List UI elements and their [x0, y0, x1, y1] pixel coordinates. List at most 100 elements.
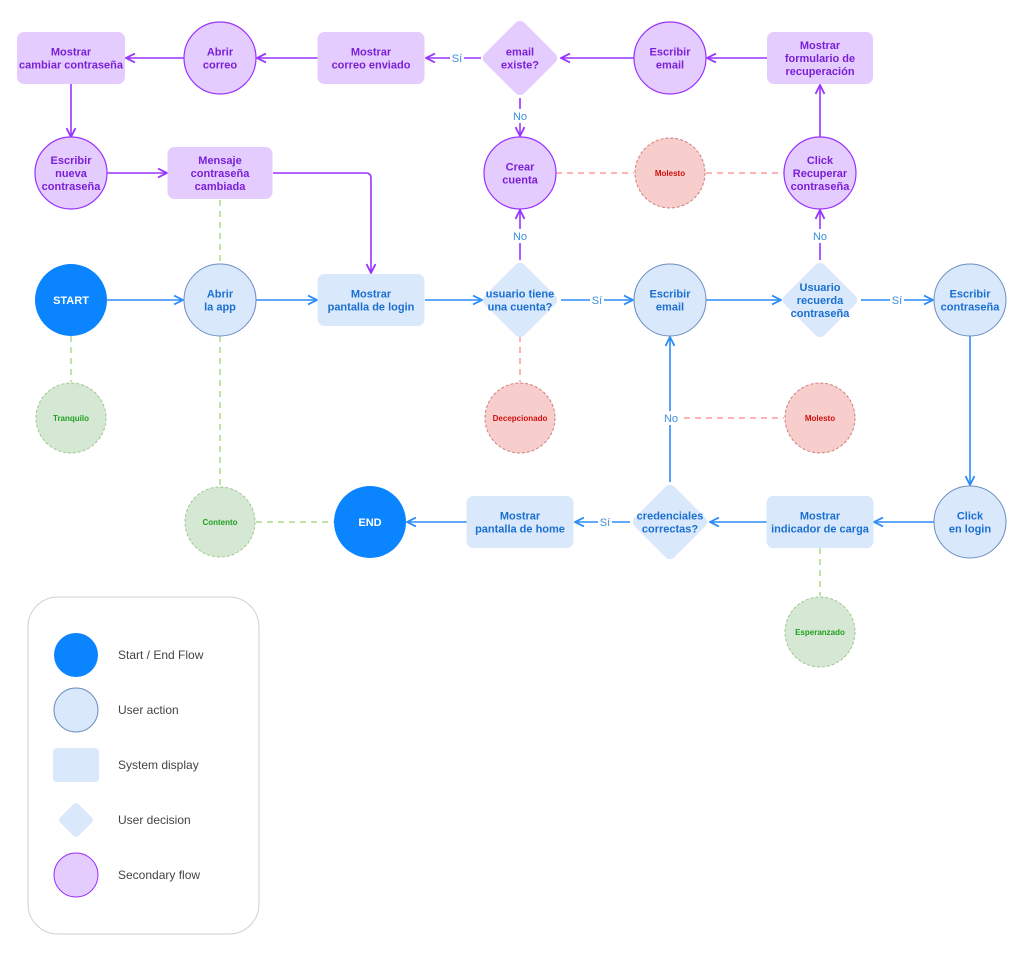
edge-label-no: No — [513, 111, 527, 123]
edge-label-si: Sí — [892, 295, 902, 307]
node-label: Mensaje — [198, 155, 241, 167]
emotion-label: Molesto — [805, 414, 835, 423]
node-mensaje-cambiada: Mensajecontraseñacambiada — [167, 147, 273, 199]
node-label: Abrir — [207, 47, 234, 59]
node-tiene-cuenta: usuario tieneuna cuenta? — [482, 262, 558, 338]
node-label: Escribir — [950, 289, 992, 301]
edge-label-si: Sí — [600, 517, 610, 529]
node-label: indicador de carga — [771, 524, 870, 536]
node-label: Escribir — [51, 155, 93, 167]
node-label: nueva — [55, 168, 88, 180]
node-label: email — [506, 47, 534, 59]
node-label: Escribir — [650, 289, 692, 301]
nodes: STARTENDAbrirla appMostrarpantalla de lo… — [17, 20, 1007, 668]
legend-label: Secondary flow — [118, 868, 200, 882]
legend-label: System display — [118, 758, 199, 772]
emotion-molesto-2: Molesto — [784, 382, 856, 454]
node-label: cambiar contraseña — [19, 60, 124, 72]
node-escribir-email: Escribiremail — [633, 263, 707, 337]
node-label: START — [53, 295, 89, 307]
node-label: Mostrar — [800, 511, 841, 523]
node-label: usuario tiene — [486, 289, 554, 301]
node-escribir-pass: Escribircontraseña — [933, 263, 1007, 337]
edge-label-si: Sí — [452, 53, 462, 65]
legend-label: User decision — [118, 813, 191, 827]
node-label: formulario de — [785, 53, 855, 65]
node-label: email — [656, 60, 684, 72]
node-label: Click — [957, 511, 984, 523]
node-label: la app — [204, 302, 236, 314]
node-label: Recuperar — [793, 168, 848, 180]
node-label: END — [358, 517, 381, 529]
node-label: Mostrar — [51, 47, 92, 59]
node-label: Abrir — [207, 289, 234, 301]
node-label: pantalla de home — [475, 524, 565, 536]
node-label: correo — [203, 60, 238, 72]
legend-start-end-icon — [54, 633, 98, 677]
node-abrir-correo: Abrircorreo — [183, 21, 257, 95]
node-label: recuerda — [797, 295, 844, 307]
node-label: contraseña — [791, 181, 851, 193]
node-label: una cuenta? — [488, 302, 553, 314]
node-pantalla-login: Mostrarpantalla de login — [317, 274, 425, 326]
emotion-label: Contento — [202, 518, 237, 527]
node-email-existe: emailexiste? — [482, 20, 558, 96]
emotion-decepcionado: Decepcionado — [484, 382, 556, 454]
node-end: END — [334, 486, 406, 558]
node-label: credenciales — [637, 511, 704, 523]
node-click-login: Clicken login — [933, 485, 1007, 559]
node-credenciales: credencialescorrectas? — [632, 484, 708, 560]
node-label: correctas? — [642, 524, 699, 536]
legend-label: User action — [118, 703, 179, 717]
node-pantalla-home: Mostrarpantalla de home — [466, 496, 574, 548]
node-label: contraseña — [791, 308, 851, 320]
node-click-recuperar: ClickRecuperarcontraseña — [783, 136, 857, 210]
node-indicador-carga: Mostrarindicador de carga — [766, 496, 874, 548]
node-label: cuenta — [502, 175, 538, 187]
node-label: contraseña — [42, 181, 102, 193]
legend: Start / End Flow User action System disp… — [27, 596, 260, 935]
node-label: Mostrar — [351, 289, 392, 301]
node-form-recuperacion: Mostrarformulario derecuperación — [767, 32, 873, 84]
node-label: Usuario — [800, 282, 841, 294]
node-label: existe? — [501, 60, 539, 72]
node-abrir-app: Abrirla app — [183, 263, 257, 337]
emotion-molesto-1: Molesto — [634, 137, 706, 209]
node-label: cambiada — [195, 181, 247, 193]
edge-mensaje-login — [273, 172, 371, 273]
emotion-label: Esperanzado — [795, 628, 845, 637]
emotion-label: Decepcionado — [493, 414, 548, 423]
edge-label-no: No — [664, 413, 678, 425]
node-label: Mostrar — [351, 47, 392, 59]
node-recuerda-pass: Usuariorecuerdacontraseña — [782, 262, 858, 338]
emotion-links — [70, 172, 821, 596]
edge-label-si: Sí — [592, 295, 602, 307]
node-label: Crear — [506, 162, 535, 174]
node-label: Mostrar — [800, 40, 841, 52]
node-label: email — [656, 302, 684, 314]
node-label: Mostrar — [500, 511, 541, 523]
node-label: recuperación — [785, 66, 854, 78]
node-correo-enviado: Mostrarcorreo enviado — [317, 32, 425, 84]
node-label: en login — [949, 524, 991, 536]
user-flow-diagram: Sí No No No Sí Sí No Sí STARTENDAbrirla … — [17, 20, 1007, 935]
emotion-label: Molesto — [655, 169, 685, 178]
node-label: Click — [807, 155, 834, 167]
legend-label: Start / End Flow — [118, 648, 204, 662]
node-nueva-pass: Escribirnuevacontraseña — [34, 136, 108, 210]
legend-system-display-icon — [53, 748, 99, 782]
edge-label-no: No — [813, 231, 827, 243]
node-start: START — [35, 264, 107, 336]
node-label: contraseña — [941, 302, 1001, 314]
node-label: Escribir — [650, 47, 692, 59]
legend-user-action-icon — [53, 687, 99, 733]
edge-label-no: No — [513, 231, 527, 243]
node-label: pantalla de login — [328, 302, 415, 314]
emotion-esperanzado: Esperanzado — [784, 596, 856, 668]
emotion-label: Tranquilo — [53, 414, 89, 423]
emotion-contento: Contento — [184, 486, 256, 558]
node-label: contraseña — [191, 168, 251, 180]
node-escribir-email-2: Escribiremail — [633, 21, 707, 95]
node-label: correo enviado — [332, 60, 411, 72]
node-crear-cuenta: Crearcuenta — [483, 136, 557, 210]
